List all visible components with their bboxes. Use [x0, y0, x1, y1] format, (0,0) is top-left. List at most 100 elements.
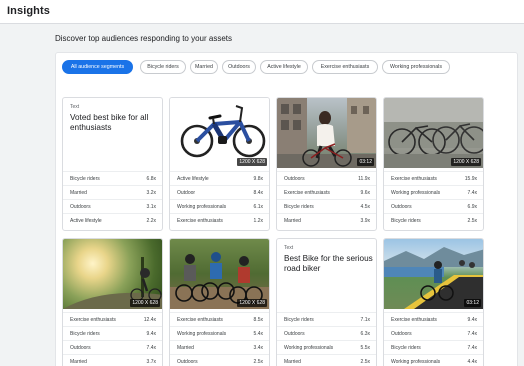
- asset-type-label: Text: [70, 104, 80, 110]
- metric-row: Married 2.5x: [277, 354, 376, 366]
- metric-label: Working professionals: [177, 331, 227, 337]
- metric-value: 7.4x: [467, 331, 477, 337]
- parked-bikes-street-photo: 1200 X 628: [384, 98, 483, 168]
- asset-headline: Voted best bike for all enthusiasts: [70, 113, 149, 132]
- metric-value: 3.2x: [146, 190, 156, 196]
- blue-ebike-photo: 1200 X 628: [170, 98, 269, 168]
- metric-row: Working professionals 5.5x: [277, 340, 376, 354]
- metric-row: Bicycle riders 2.5x: [384, 213, 483, 227]
- asset-card-image[interactable]: 1200 X 628 Exercise enthusiasts 15.9x Wor…: [383, 97, 484, 231]
- metric-label: Bicycle riders: [284, 317, 314, 323]
- asset-size-badge: 1200 X 628: [130, 299, 160, 307]
- metric-value: 11.9x: [358, 176, 370, 182]
- metric-value: 5.5x: [360, 345, 370, 351]
- metric-value: 7.4x: [146, 345, 156, 351]
- metric-value: 8.4x: [253, 190, 263, 196]
- metric-value: 4.5x: [360, 204, 370, 210]
- metric-label: Exercise enthusiasts: [391, 176, 437, 182]
- chip-exercise-enthusiasts[interactable]: Exercise enthusiasts: [312, 60, 378, 74]
- asset-card-video[interactable]: 03:12 Outdoors 11.9x Exercise enthusiasts…: [276, 97, 377, 231]
- metric-row: Working professionals 6.1x: [170, 199, 269, 213]
- metric-value: 8.5x: [253, 317, 263, 323]
- group-mountain-bikers-photo: 1200 X 628: [170, 239, 269, 309]
- metric-label: Married: [70, 359, 87, 365]
- metric-row: Exercise enthusiasts 8.5x: [170, 312, 269, 326]
- metric-value: 9.4x: [467, 317, 477, 323]
- metric-label: Bicycle riders: [391, 345, 421, 351]
- metric-value: 7.1x: [360, 317, 370, 323]
- metric-row: Bicycle riders 9.4x: [63, 326, 162, 340]
- metric-label: Bicycle riders: [391, 218, 421, 224]
- metric-row: Exercise enthusiasts 12.4x: [63, 312, 162, 326]
- asset-card-text[interactable]: Text Voted best bike for all enthusiasts…: [62, 97, 163, 231]
- metric-row: Outdoors 2.5x: [170, 354, 269, 366]
- asset-size-badge: 1200 X 628: [237, 299, 267, 307]
- metric-value: 7.4x: [467, 345, 477, 351]
- metric-row: Bicycle riders 7.1x: [277, 312, 376, 326]
- metric-value: 9.6x: [360, 190, 370, 196]
- chip-working-professionals[interactable]: Working professionals: [382, 60, 450, 74]
- metric-row: Outdoors 11.9x: [277, 171, 376, 185]
- metric-label: Working professionals: [391, 190, 441, 196]
- metric-value: 3.7x: [146, 359, 156, 365]
- metric-value: 6.8x: [146, 176, 156, 182]
- metric-row: Working professionals 4.4x: [384, 354, 483, 366]
- metric-value: 2.2x: [146, 218, 156, 224]
- metric-value: 9.8x: [253, 176, 263, 182]
- metric-row: Outdoors 7.4x: [384, 326, 483, 340]
- metric-label: Working professionals: [284, 345, 334, 351]
- metric-row: Bicycle riders 6.8x: [63, 171, 162, 185]
- metric-label: Married: [284, 359, 301, 365]
- metric-value: 4.4x: [467, 359, 477, 365]
- metric-row: Outdoors 6.3x: [277, 326, 376, 340]
- chip-married[interactable]: Married: [190, 60, 218, 74]
- asset-card-image[interactable]: 1200 X 628 Exercise enthusiasts 12.4x Bic…: [62, 238, 163, 366]
- metric-row: Exercise enthusiasts 15.9x: [384, 171, 483, 185]
- metric-value: 6.1x: [253, 204, 263, 210]
- metric-row: Married 3.4x: [170, 340, 269, 354]
- metric-row: Active lifestyle 9.8x: [170, 171, 269, 185]
- metric-label: Married: [177, 345, 194, 351]
- metric-row: Bicycle riders 4.5x: [277, 199, 376, 213]
- asset-card-video[interactable]: 03:12 Exercise enthusiasts 9.4x Outdoors 7…: [383, 238, 484, 366]
- metric-value: 9.4x: [146, 331, 156, 337]
- asset-card-image[interactable]: 1200 X 628 Active lifestyle 9.8x Outdoor 8…: [169, 97, 270, 231]
- metric-value: 3.4x: [253, 345, 263, 351]
- metric-row: Bicycle riders 7.4x: [384, 340, 483, 354]
- metric-label: Working professionals: [391, 359, 441, 365]
- metric-label: Outdoors: [70, 204, 91, 210]
- video-duration-badge: 03:12: [464, 299, 481, 307]
- metric-label: Outdoors: [70, 345, 91, 351]
- metric-value: 7.4x: [467, 190, 477, 196]
- chip-all-audience-segments[interactable]: All audience segments: [62, 60, 133, 74]
- metric-row: Outdoors 3.1x: [63, 199, 162, 213]
- metric-value: 6.9x: [467, 204, 477, 210]
- metric-label: Exercise enthusiasts: [177, 218, 223, 224]
- asset-card-image[interactable]: 1200 X 628 Exercise enthusiasts 8.5x Work…: [169, 238, 270, 366]
- metric-row: Active lifestyle 2.2x: [63, 213, 162, 227]
- asset-headline: Best Bike for the serious road biker: [284, 254, 373, 273]
- chip-active-lifestyle[interactable]: Active lifestyle: [260, 60, 308, 74]
- chip-outdoors[interactable]: Outdoors: [222, 60, 256, 74]
- metric-value: 2.5x: [467, 218, 477, 224]
- metric-label: Outdoor: [177, 190, 196, 196]
- metric-row: Working professionals 5.4x: [170, 326, 269, 340]
- metric-value: 2.5x: [253, 359, 263, 365]
- chip-bicycle-riders[interactable]: Bicycle riders: [140, 60, 186, 74]
- metric-value: 5.4x: [253, 331, 263, 337]
- metric-label: Exercise enthusiasts: [177, 317, 223, 323]
- metric-label: Married: [284, 218, 301, 224]
- metric-label: Outdoors: [284, 331, 305, 337]
- metric-label: Bicycle riders: [284, 204, 314, 210]
- metric-label: Exercise enthusiasts: [70, 317, 116, 323]
- metric-row: Exercise enthusiasts 9.6x: [277, 185, 376, 199]
- asset-card-text[interactable]: Text Best Bike for the serious road bike…: [276, 238, 377, 366]
- metric-row: Exercise enthusiasts 9.4x: [384, 312, 483, 326]
- metric-row: Working professionals 7.4x: [384, 185, 483, 199]
- woman-riding-bike-city-photo: 03:12: [277, 98, 376, 168]
- metric-label: Active lifestyle: [177, 176, 209, 182]
- metric-value: 1.2x: [253, 218, 263, 224]
- metric-label: Active lifestyle: [70, 218, 102, 224]
- metric-label: Outdoors: [177, 359, 198, 365]
- video-duration-badge: 03:12: [357, 158, 374, 166]
